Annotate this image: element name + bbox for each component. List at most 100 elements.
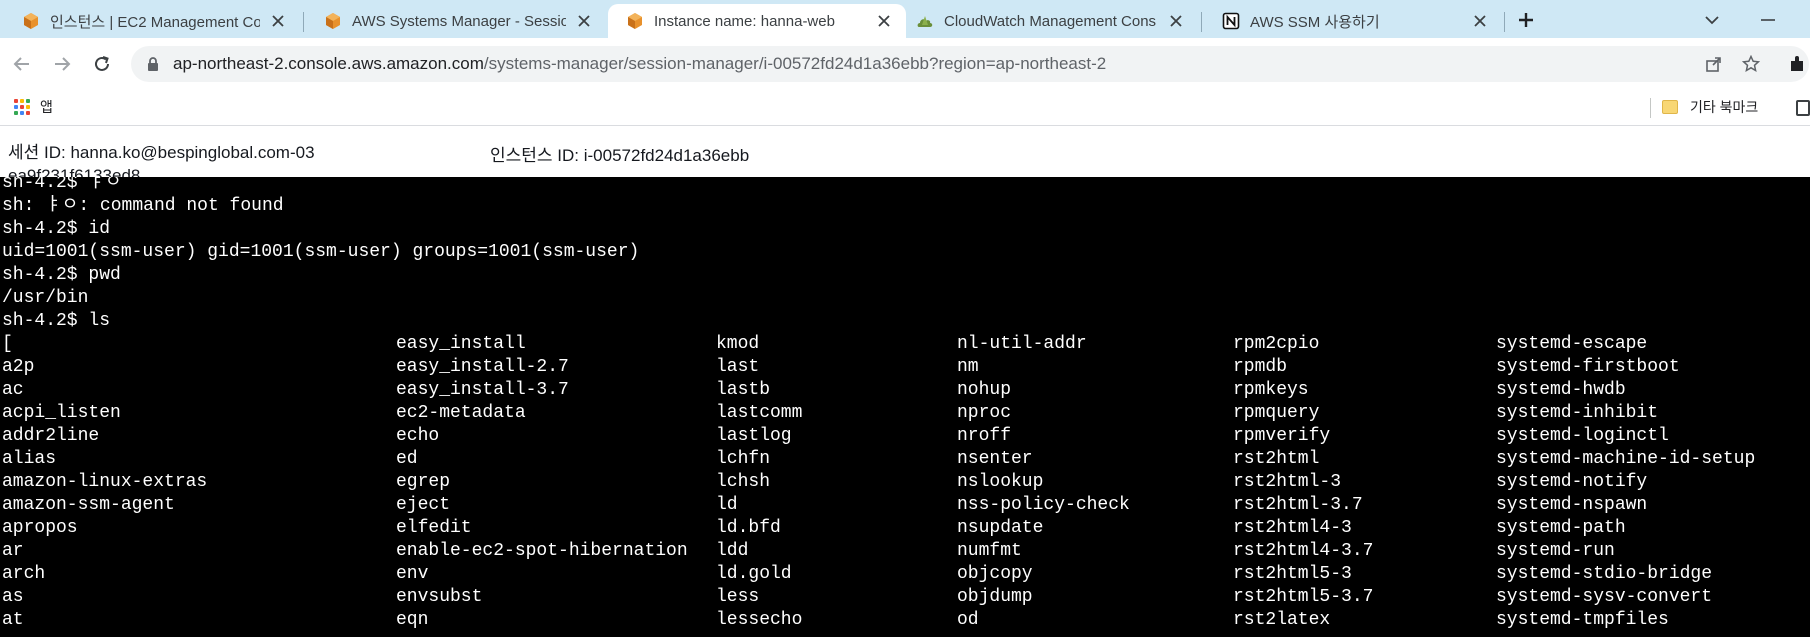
url-text: ap-northeast-2.console.aws.amazon.com/sy… [173,54,1106,74]
ls-entry: rpmdb [1233,357,1288,377]
ls-entry: nroff [957,426,1012,446]
ls-entry: enable-ec2-spot-hibernation [396,541,688,561]
ls-entry: rpmquery [1233,403,1320,423]
session-id: 세션 ID: hanna.ko@bespinglobal.com-03ea9f2… [8,143,315,177]
ls-entry: rst2html4-3.7 [1233,541,1374,561]
reading-list-icon[interactable] [1796,100,1810,116]
tab-ssm-guide[interactable]: AWS SSM 사용하기 [1204,4,1502,38]
ls-entry: at [2,610,24,630]
apps-grid-icon [14,99,30,115]
ls-entry: rpmkeys [1233,380,1309,400]
terminal-line: sh-4.2$ id [2,219,111,239]
ls-entry: a2p [2,357,35,377]
ls-entry: systemd-machine-id-setup [1496,449,1756,469]
cloudwatch-icon [917,16,933,27]
tab-systems-manager[interactable]: AWS Systems Manager - Sessio [306,4,606,38]
minimize-window-button[interactable] [1754,6,1782,34]
ls-entry: lchfn [716,449,771,469]
tab-title: Instance name: hanna-web [654,12,835,30]
tab-instance-hanna-web[interactable]: Instance name: hanna-web [608,4,906,38]
ls-entry: nss-policy-check [957,495,1130,515]
ls-entry: ldd [716,541,749,561]
ls-entry: systemd-nspawn [1496,495,1648,515]
plus-icon [1519,13,1533,27]
terminal[interactable]: sh-4.2$ ㅑㅇ sh: ㅑㅇ: command not found sh-… [0,177,1810,637]
terminal-line: sh: ㅑㅇ: command not found [2,196,284,216]
ls-entry: nsenter [957,449,1033,469]
other-bookmarks-folder[interactable]: 기타 북마크 [1662,97,1758,117]
ls-entry: systemd-hwdb [1496,380,1626,400]
ls-row: apropos elfedit ld.bfd nsupdate rst2html4-3 s… [0,517,1810,540]
address-bar[interactable]: ap-northeast-2.console.aws.amazon.com/sy… [131,46,1809,82]
aws-cube-icon [628,13,642,29]
notion-icon [1222,12,1240,30]
tab-search-button[interactable] [1698,6,1726,34]
terminal-line: sh-4.2$ pwd [2,265,121,285]
lock-icon [148,57,158,71]
ls-entry: objdump [957,587,1033,607]
ls-entry: od [957,610,979,630]
reload-button[interactable] [88,50,116,78]
ls-entry: acpi_listen [2,403,121,423]
ls-row: as envsubst less objdump rst2html5-3.7 system… [0,586,1810,609]
url-path: /systems-manager/session-manager/i-00572… [483,54,1107,73]
bookmark-apps[interactable]: 앱 [14,97,53,117]
tab-ec2-instances[interactable]: 인스턴스 | EC2 Management Co [4,4,300,38]
terminal-line: uid=1001(ssm-user) gid=1001(ssm-user) gr… [2,242,640,262]
ls-entry: nohup [957,380,1012,400]
ls-entry: env [396,564,429,584]
ls-entry: nproc [957,403,1012,423]
ls-entry: rst2html5-3 [1233,564,1352,584]
tab-cloudwatch[interactable]: CloudWatch Management Cons [898,4,1198,38]
ls-entry: nl-util-addr [957,334,1087,354]
ls-entry: ar [2,541,24,561]
ls-row: acpi_listen ec2-metadata lastcomm nproc rpmq… [0,402,1810,425]
ls-entry: nm [957,357,979,377]
extensions-icon[interactable] [1787,54,1807,74]
ls-entry: ld.bfd [716,518,781,538]
ls-entry: nsupdate [957,518,1044,538]
new-tab-button[interactable] [1512,6,1540,34]
ls-entry: rst2html-3.7 [1233,495,1363,515]
tab-separator [1201,12,1202,32]
ls-row: arch env ld.gold objcopy rst2html5-3 systemd-… [0,563,1810,586]
bookmarks-bar: 앱 기타 북마크 [0,90,1810,126]
ls-entry: objcopy [957,564,1033,584]
ls-row: at eqn lessecho od rst2latex systemd-tmpfiles [0,609,1810,632]
terminal-line: sh-4.2$ ls [2,311,111,331]
ls-entry: last [716,357,760,377]
ls-entry: lastcomm [716,403,803,423]
forward-button[interactable] [48,50,76,78]
ls-entry: eject [396,495,451,515]
url-domain: ap-northeast-2.console.aws.amazon.com [173,54,484,73]
ls-entry: nslookup [957,472,1044,492]
ls-entry: easy_install-3.7 [396,380,569,400]
tab-title: AWS Systems Manager - Sessio [352,12,566,30]
ls-entry: rst2html5-3.7 [1233,587,1374,607]
ls-entry: easy_install [396,334,526,354]
arrow-right-icon [55,57,71,71]
close-icon[interactable] [1166,11,1186,31]
close-icon[interactable] [268,11,288,31]
reload-icon [95,56,109,71]
ls-row: ac easy_install-3.7 lastb nohup rpmkeys syste… [0,379,1810,402]
ls-entry: systemd-tmpfiles [1496,610,1669,630]
bookmark-star-icon[interactable] [1741,54,1761,74]
tab-separator [1504,12,1505,32]
ls-entry: apropos [2,518,78,538]
ls-entry: as [2,587,24,607]
back-button[interactable] [8,50,36,78]
ls-entry: eqn [396,610,429,630]
close-icon[interactable] [574,11,594,31]
close-icon[interactable] [1470,11,1490,31]
ls-entry: ec2-metadata [396,403,526,423]
browser-toolbar: ap-northeast-2.console.aws.amazon.com/sy… [0,38,1810,90]
ls-entry: lastlog [716,426,792,446]
ls-entry: elfedit [396,518,472,538]
ls-entry: lessecho [716,610,803,630]
ls-entry: [ [2,334,13,354]
bookmark-divider [1650,98,1651,118]
other-bookmarks-label: 기타 북마크 [1690,99,1759,115]
close-icon[interactable] [874,11,894,31]
share-icon[interactable] [1704,54,1724,74]
